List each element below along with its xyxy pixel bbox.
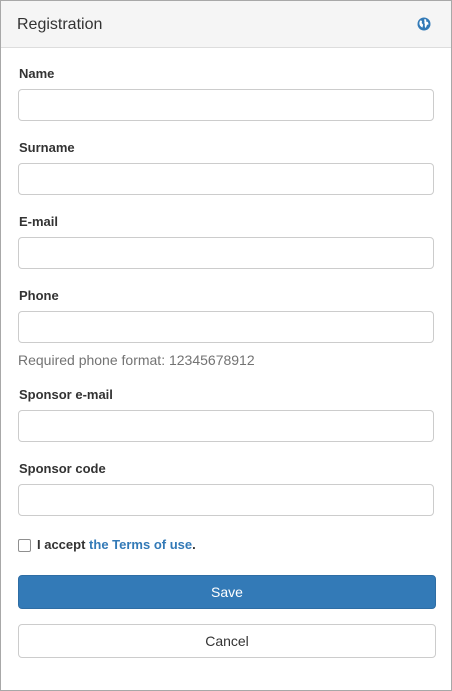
surname-input[interactable] bbox=[18, 163, 434, 195]
surname-label: Surname bbox=[19, 140, 75, 155]
sponsor-email-label: Sponsor e-mail bbox=[19, 387, 113, 402]
name-label: Name bbox=[19, 66, 55, 81]
phone-input[interactable] bbox=[18, 311, 434, 343]
terms-checkbox[interactable] bbox=[18, 538, 31, 552]
panel-heading: Registration bbox=[1, 1, 451, 48]
sponsor-code-label: Sponsor code bbox=[19, 461, 106, 476]
cancel-button[interactable]: Cancel bbox=[18, 624, 436, 658]
terms-suffix: . bbox=[192, 537, 196, 552]
sponsor-code-input[interactable] bbox=[18, 484, 434, 516]
sponsor-email-input[interactable] bbox=[18, 410, 434, 442]
terms-prefix: I accept bbox=[37, 537, 86, 552]
terms-row: I accept the Terms of use. bbox=[18, 537, 196, 553]
terms-text: I accept the Terms of use. bbox=[37, 537, 196, 553]
save-button[interactable]: Save bbox=[18, 575, 436, 609]
panel-title: Registration bbox=[17, 16, 103, 33]
name-input[interactable] bbox=[18, 89, 434, 121]
phone-format-help: Required phone format: 12345678912 bbox=[18, 352, 255, 368]
registration-panel: Registration Name Surname E-mail Phone R… bbox=[0, 0, 452, 691]
terms-of-use-link[interactable]: the Terms of use bbox=[89, 537, 192, 552]
globe-icon[interactable] bbox=[417, 17, 431, 31]
phone-label: Phone bbox=[19, 288, 59, 303]
email-label: E-mail bbox=[19, 214, 59, 229]
email-input[interactable] bbox=[18, 237, 434, 269]
